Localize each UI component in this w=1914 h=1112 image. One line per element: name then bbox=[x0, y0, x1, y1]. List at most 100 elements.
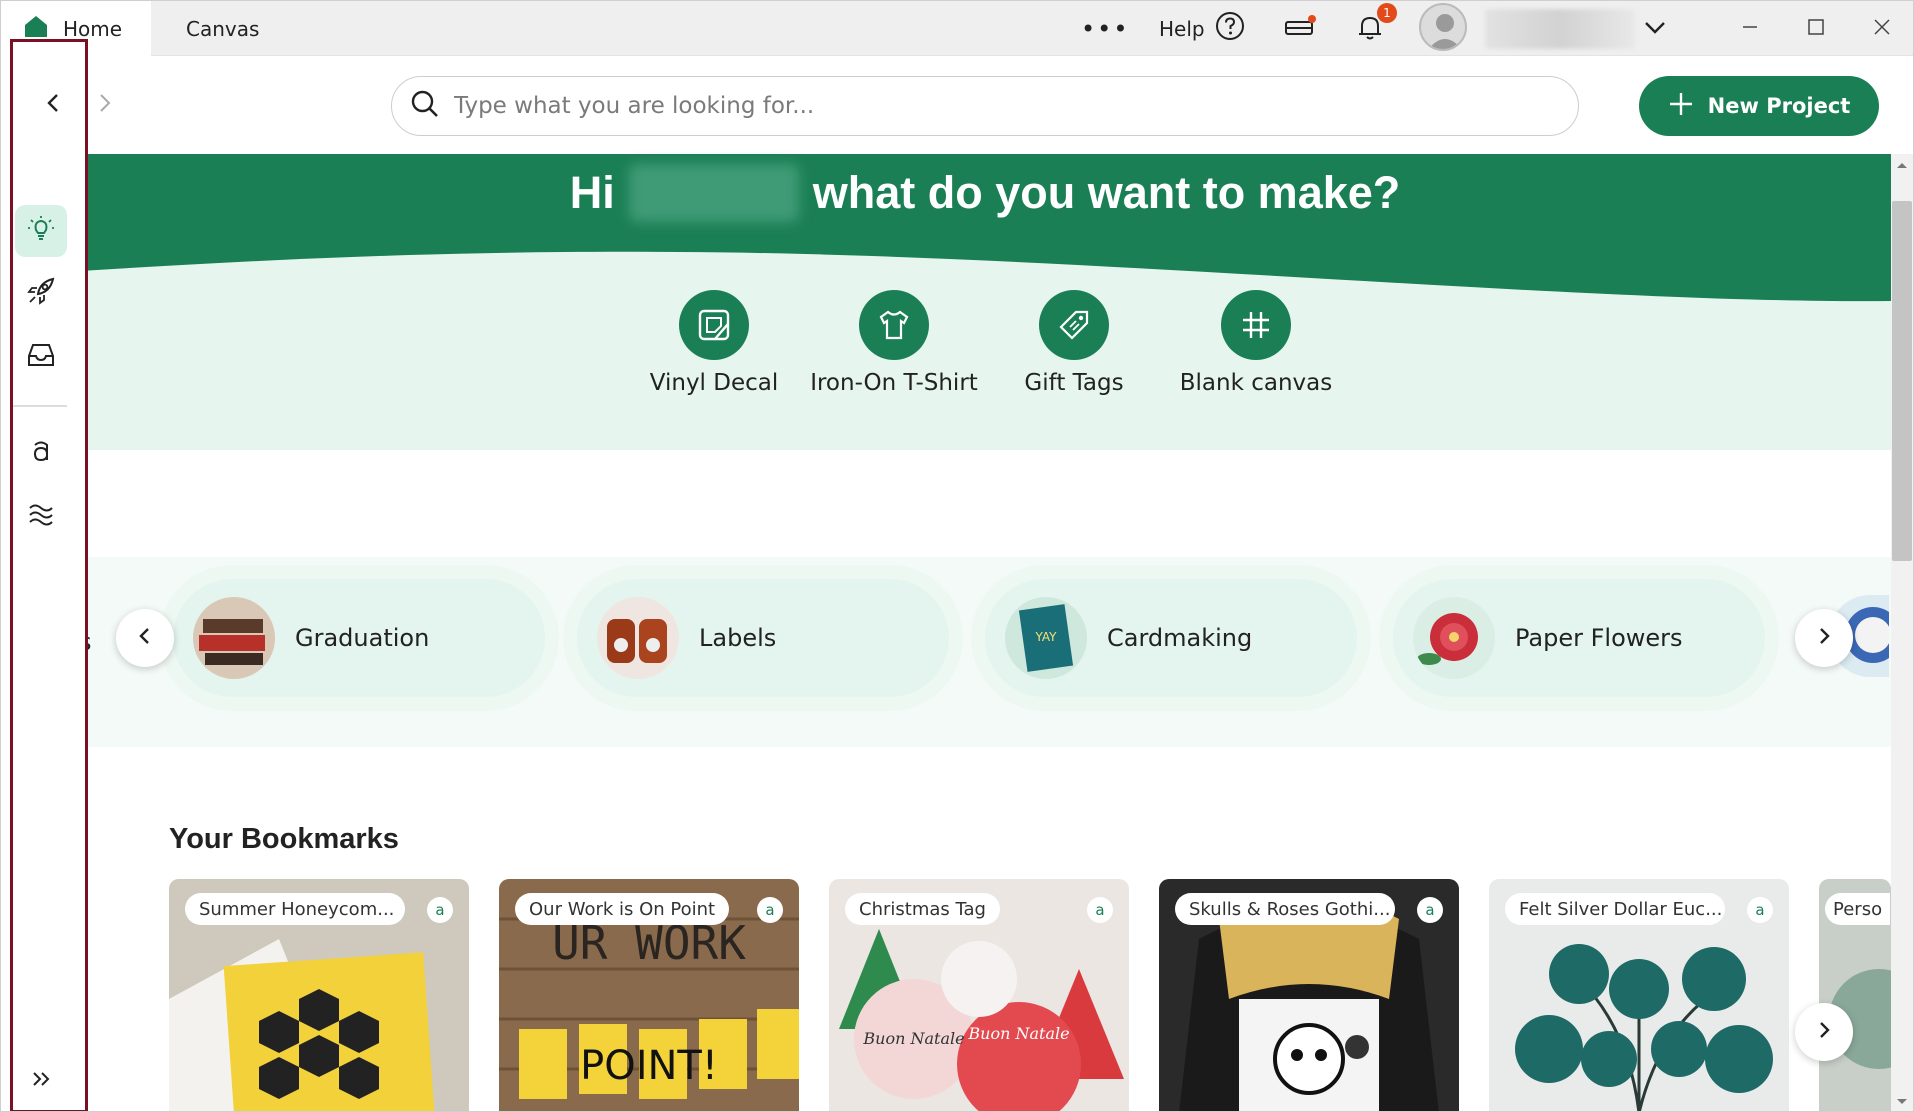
search-bar[interactable] bbox=[391, 76, 1579, 136]
category-cardmaking[interactable]: YAY Cardmaking bbox=[985, 579, 1357, 697]
minimize-icon bbox=[1741, 18, 1759, 40]
help-label: Help bbox=[1159, 16, 1205, 41]
access-badge-icon: a bbox=[1417, 897, 1443, 923]
quick-action-label: Vinyl Decal bbox=[649, 370, 779, 396]
svg-text:Buon Natale: Buon Natale bbox=[862, 1029, 964, 1048]
maximize-button[interactable] bbox=[1807, 1, 1825, 56]
chevron-right-icon bbox=[1814, 626, 1834, 650]
close-icon bbox=[1873, 18, 1891, 40]
username-redacted bbox=[1485, 9, 1635, 49]
sidebar-item-projects[interactable] bbox=[15, 267, 67, 319]
tshirt-icon bbox=[859, 290, 929, 360]
plus-icon bbox=[1668, 91, 1694, 122]
access-a-icon bbox=[26, 436, 56, 470]
category-labels[interactable]: Labels bbox=[577, 579, 949, 697]
graduation-image bbox=[193, 597, 275, 679]
new-project-label: New Project bbox=[1707, 94, 1851, 118]
search-input[interactable] bbox=[454, 93, 1454, 119]
inbox-icon bbox=[26, 340, 56, 374]
tab-canvas[interactable]: Canvas bbox=[186, 1, 259, 56]
title-bar: Home Canvas ••• Help 1 bbox=[1, 1, 1913, 56]
category-label: Cardmaking bbox=[1107, 624, 1253, 652]
expand-sidebar-button[interactable] bbox=[15, 1057, 67, 1105]
bookmark-label: Summer Honeycom... bbox=[185, 893, 405, 925]
bookmark-card[interactable]: UR WORK POINT! Our Work is On Point a bbox=[499, 879, 799, 1111]
bookmark-label: Skulls & Roses Gothi... bbox=[1175, 893, 1395, 925]
more-options-button[interactable]: ••• bbox=[1081, 1, 1129, 56]
bookmark-card[interactable]: Felt Silver Dollar Euc... a bbox=[1489, 879, 1789, 1111]
bookmarks-heading: Your Bookmarks bbox=[169, 823, 399, 855]
rocket-icon bbox=[26, 276, 56, 310]
back-button[interactable] bbox=[27, 79, 79, 131]
categories-prev-button[interactable] bbox=[116, 609, 174, 667]
access-badge-icon: a bbox=[427, 897, 453, 923]
quick-action-label: Iron-On T-Shirt bbox=[810, 370, 978, 396]
user-icon bbox=[1428, 14, 1462, 49]
bookmarks-next-button[interactable] bbox=[1795, 1003, 1853, 1061]
bookmark-card[interactable]: Buon Natale Buon Natale Christmas Tag a bbox=[829, 879, 1129, 1111]
maximize-icon bbox=[1807, 18, 1825, 40]
crop-grid-icon bbox=[1221, 290, 1291, 360]
sidebar-item-materials[interactable] bbox=[15, 491, 67, 543]
chevron-left-icon bbox=[135, 626, 155, 650]
quick-action-vinyl-decal[interactable]: Vinyl Decal bbox=[624, 290, 804, 396]
quick-action-label: Gift Tags bbox=[1024, 370, 1124, 396]
close-button[interactable] bbox=[1873, 1, 1891, 56]
chevron-right-icon bbox=[1814, 1020, 1834, 1044]
minimize-button[interactable] bbox=[1741, 1, 1759, 56]
hero-banner: Hi what do you want to make? Vinyl Decal… bbox=[79, 154, 1891, 450]
hero-heading: Hi what do you want to make? bbox=[79, 164, 1891, 222]
help-button[interactable]: Help bbox=[1159, 1, 1245, 56]
bookmark-label: Our Work is On Point bbox=[515, 893, 730, 925]
svg-text:YAY: YAY bbox=[1034, 630, 1057, 644]
bookmark-label: Perso bbox=[1825, 893, 1891, 925]
hero-question: what do you want to make? bbox=[812, 167, 1401, 218]
tab-home-label: Home bbox=[63, 16, 123, 41]
machine-button[interactable] bbox=[1283, 1, 1317, 56]
tab-home[interactable]: Home bbox=[1, 1, 151, 56]
quick-action-blank-canvas[interactable]: Blank canvas bbox=[1166, 290, 1346, 396]
app-window: Home Canvas ••• Help 1 Type what you are… bbox=[0, 0, 1914, 1112]
tag-icon bbox=[1039, 290, 1109, 360]
scroll-up-icon[interactable] bbox=[1891, 154, 1913, 176]
access-badge-icon: a bbox=[757, 897, 783, 923]
quick-action-iron-on-tshirt[interactable]: Iron-On T-Shirt bbox=[804, 290, 984, 396]
category-graduation[interactable]: Graduation bbox=[173, 579, 545, 697]
scroll-down-icon[interactable] bbox=[1891, 1091, 1913, 1112]
sidebar-divider bbox=[13, 405, 67, 407]
bookmark-card-partial[interactable]: Perso bbox=[1819, 879, 1891, 1111]
quick-action-label: Blank canvas bbox=[1179, 370, 1333, 396]
sidebar-item-access[interactable] bbox=[15, 427, 67, 479]
bookmark-card[interactable]: Skulls & Roses Gothi... a bbox=[1159, 879, 1459, 1111]
more-options-icon: ••• bbox=[1081, 14, 1130, 43]
bookmark-card[interactable]: Summer Honeycom... a bbox=[169, 879, 469, 1111]
category-label: Labels bbox=[699, 624, 777, 652]
home-icon bbox=[23, 13, 49, 44]
search-icon bbox=[410, 89, 440, 123]
new-project-button[interactable]: New Project bbox=[1639, 76, 1879, 136]
access-badge-icon: a bbox=[1087, 897, 1113, 923]
greeting-text: Hi bbox=[569, 167, 615, 218]
cardmaking-image: YAY bbox=[1005, 597, 1087, 679]
labels-image bbox=[597, 597, 679, 679]
double-chevron-right-icon bbox=[30, 1068, 52, 1094]
svg-text:Buon Natale: Buon Natale bbox=[967, 1024, 1069, 1043]
avatar[interactable] bbox=[1419, 3, 1467, 51]
paper-flowers-image bbox=[1413, 597, 1495, 679]
bookmark-label: Christmas Tag bbox=[845, 893, 1000, 925]
categories-next-button[interactable] bbox=[1795, 609, 1853, 667]
svg-text:POINT!: POINT! bbox=[580, 1043, 718, 1089]
chevron-right-icon bbox=[94, 92, 116, 118]
category-paper-flowers[interactable]: Paper Flowers bbox=[1393, 579, 1765, 697]
cutting-machine-icon bbox=[1283, 12, 1317, 46]
sidebar-item-inspiration[interactable] bbox=[15, 205, 67, 257]
sidebar-item-inbox[interactable] bbox=[15, 331, 67, 383]
vinyl-decal-icon bbox=[679, 290, 749, 360]
notification-badge: 1 bbox=[1377, 3, 1397, 23]
forward-button[interactable] bbox=[79, 79, 131, 131]
access-badge-icon: a bbox=[1747, 897, 1773, 923]
quick-action-gift-tags[interactable]: Gift Tags bbox=[984, 290, 1164, 396]
scrollbar-thumb[interactable] bbox=[1892, 201, 1912, 561]
account-menu-button[interactable] bbox=[1643, 1, 1667, 56]
category-label: Paper Flowers bbox=[1515, 624, 1683, 652]
